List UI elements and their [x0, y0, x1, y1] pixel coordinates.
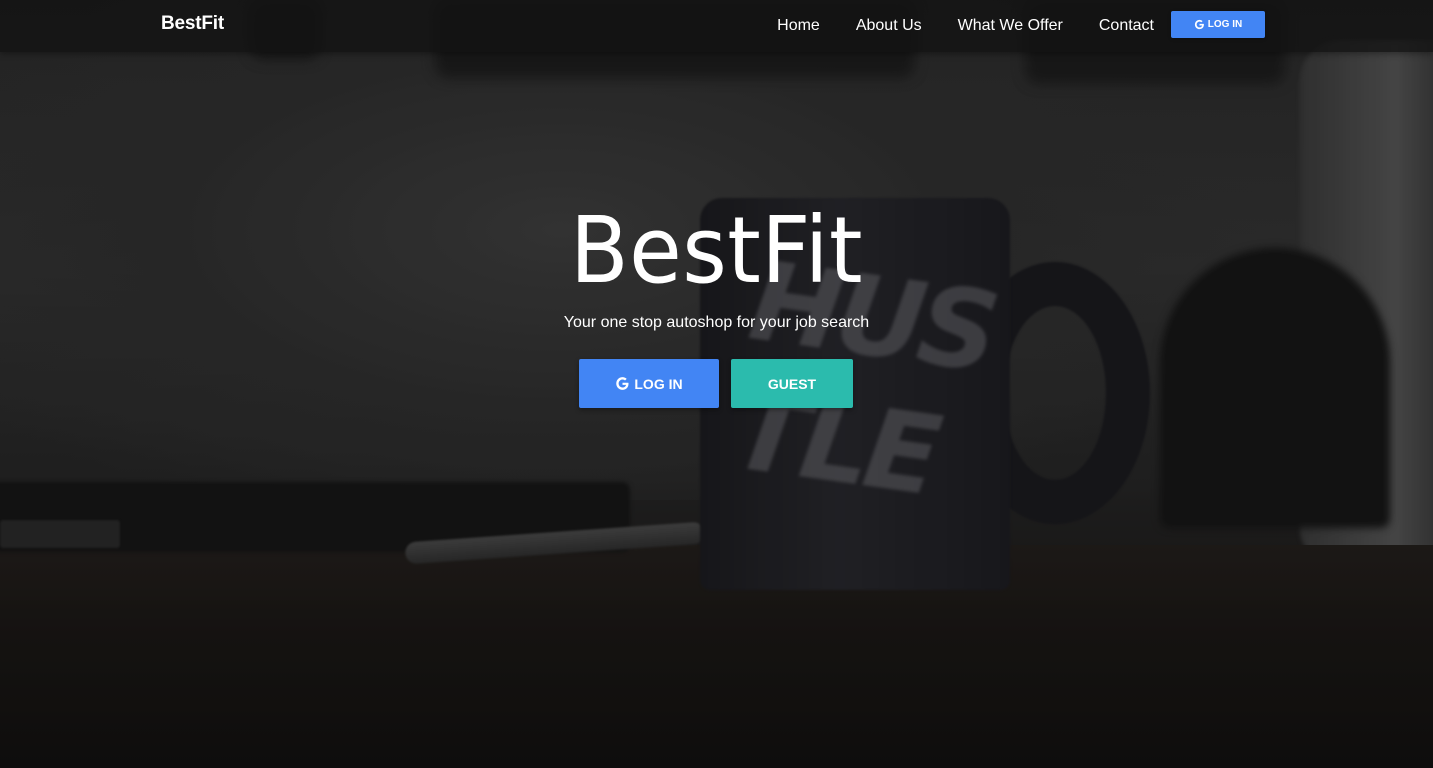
google-icon [615, 376, 630, 391]
nav-login-label: LOG IN [1207, 19, 1243, 30]
nav-link-what-we-offer[interactable]: What We Offer [958, 17, 1063, 35]
hero-section: HUS TLE BestFit Home About Us What We Off… [0, 0, 1433, 768]
nav-login-button[interactable]: LOG IN [1171, 11, 1265, 38]
brand-logo[interactable]: BestFit [161, 13, 224, 35]
hero-subtitle: Your one stop autoshop for your job sear… [563, 314, 870, 331]
nav-links: Home About Us What We Offer Contact [777, 0, 1154, 52]
hero-guest-button[interactable]: GUEST [731, 359, 853, 408]
nav-link-about-us[interactable]: About Us [856, 17, 922, 35]
google-icon [1194, 19, 1205, 30]
hero-title: BestFit [569, 197, 864, 304]
nav-link-home[interactable]: Home [777, 17, 820, 35]
navbar: BestFit Home About Us What We Offer Cont… [0, 0, 1433, 52]
nav-link-contact[interactable]: Contact [1099, 17, 1154, 35]
hero-guest-label: GUEST [767, 375, 817, 392]
hero-login-label: LOG IN [634, 375, 683, 392]
hero-login-button[interactable]: LOG IN [579, 359, 719, 408]
